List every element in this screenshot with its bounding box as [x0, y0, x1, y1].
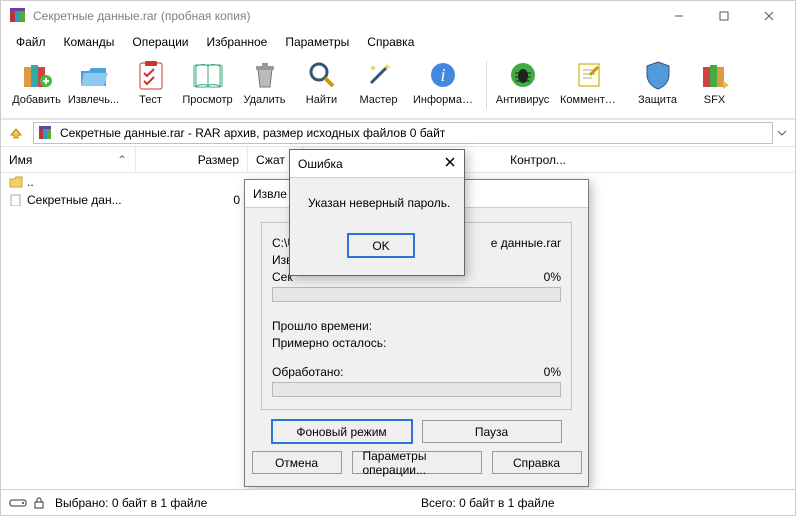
status-selected: Выбрано: 0 байт в 1 файле: [55, 496, 421, 510]
checklist-icon: [135, 59, 167, 91]
tool-find[interactable]: Найти: [294, 57, 349, 108]
help-button[interactable]: Справка: [492, 451, 582, 474]
tool-test-label: Тест: [139, 94, 162, 106]
remaining-label: Примерно осталось:: [272, 336, 386, 350]
up-button[interactable]: [5, 123, 27, 143]
close-button[interactable]: [746, 2, 791, 30]
tool-extract-label: Извлечь...: [68, 94, 119, 106]
tool-wizard-label: Мастер: [359, 94, 397, 106]
menu-file[interactable]: Файл: [7, 33, 55, 51]
tool-info-label: Информация: [413, 94, 473, 106]
statusbar: Выбрано: 0 байт в 1 файле Всего: 0 байт …: [1, 489, 795, 515]
titlebar: Секретные данные.rar (пробная копия): [1, 1, 795, 31]
drive-icon: [9, 497, 27, 509]
tool-delete-label: Удалить: [244, 94, 286, 106]
pause-button[interactable]: Пауза: [422, 420, 562, 443]
menu-help[interactable]: Справка: [358, 33, 423, 51]
mode-button[interactable]: Параметры операции...: [352, 451, 482, 474]
error-dialog-titlebar[interactable]: Ошибка: [290, 150, 464, 178]
tool-find-label: Найти: [306, 94, 337, 106]
tool-add[interactable]: Добавить: [9, 57, 64, 108]
tool-test[interactable]: Тест: [123, 57, 178, 108]
tool-info[interactable]: i Информация: [408, 57, 478, 108]
error-dialog-title: Ошибка: [298, 157, 444, 171]
status-total: Всего: 0 байт в 1 файле: [421, 496, 787, 510]
up-arrow-icon: [9, 126, 23, 140]
window-controls: [656, 2, 791, 30]
toolbar-separator: [486, 61, 487, 109]
column-name[interactable]: Имя⌃: [1, 147, 136, 172]
chevron-down-icon: [777, 130, 787, 136]
tool-comment-label: Комментарий: [560, 94, 620, 106]
error-dialog: Ошибка Указан неверный пароль. OK: [289, 149, 465, 276]
error-message: Указан неверный пароль.: [308, 196, 454, 210]
books-icon: [21, 59, 53, 91]
total-progress-bar: [272, 382, 561, 397]
app-icon: [9, 7, 27, 25]
file-progress-bar: [272, 287, 561, 302]
folder-open-icon: [78, 59, 110, 91]
column-size[interactable]: Размер: [136, 147, 248, 172]
menu-favorites[interactable]: Избранное: [198, 33, 277, 51]
file-icon: [9, 194, 23, 206]
tool-sfx[interactable]: SFX: [687, 57, 742, 108]
sfx-icon: [699, 59, 731, 91]
processed-label: Обработано:: [272, 365, 344, 379]
elapsed-label: Прошло времени:: [272, 319, 372, 333]
tool-wizard[interactable]: Мастер: [351, 57, 406, 108]
maximize-button[interactable]: [701, 2, 746, 30]
addressbar: Секретные данные.rar - RAR архив, размер…: [1, 119, 795, 147]
bug-icon: [507, 59, 539, 91]
background-button[interactable]: Фоновый режим: [272, 420, 412, 443]
menubar: Файл Команды Операции Избранное Параметр…: [1, 31, 795, 53]
menu-operations[interactable]: Операции: [123, 33, 197, 51]
error-close-button[interactable]: [444, 156, 456, 171]
note-icon: [574, 59, 606, 91]
error-ok-button[interactable]: OK: [348, 234, 414, 257]
info-icon: i: [427, 59, 459, 91]
search-icon: [306, 59, 338, 91]
shield-icon: [642, 59, 674, 91]
archive-icon: [38, 125, 54, 141]
tool-add-label: Добавить: [12, 94, 61, 106]
wand-icon: [363, 59, 395, 91]
tool-protect-label: Защита: [638, 94, 677, 106]
address-dropdown[interactable]: [773, 130, 791, 136]
tool-extract[interactable]: Извлечь...: [66, 57, 121, 108]
window-title: Секретные данные.rar (пробная копия): [33, 9, 656, 23]
menu-commands[interactable]: Команды: [55, 33, 124, 51]
tool-antivirus-label: Антивирус: [496, 94, 549, 106]
close-icon: [444, 156, 456, 168]
tool-comment[interactable]: Комментарий: [552, 57, 628, 108]
tool-protect[interactable]: Защита: [630, 57, 685, 108]
tool-antivirus[interactable]: Антивирус: [495, 57, 550, 108]
address-text: Секретные данные.rar - RAR архив, размер…: [60, 126, 445, 140]
address-field[interactable]: Секретные данные.rar - RAR архив, размер…: [33, 122, 773, 144]
folder-icon: [9, 176, 23, 188]
tool-sfx-label: SFX: [704, 94, 725, 106]
tool-view[interactable]: Просмотр: [180, 57, 235, 108]
book-open-icon: [192, 59, 224, 91]
trash-icon: [249, 59, 281, 91]
tool-view-label: Просмотр: [182, 94, 232, 106]
cancel-button[interactable]: Отмена: [252, 451, 342, 474]
tool-delete[interactable]: Удалить: [237, 57, 292, 108]
minimize-button[interactable]: [656, 2, 701, 30]
status-icons: [9, 497, 45, 509]
lock-icon: [33, 497, 45, 509]
svg-text:i: i: [440, 65, 445, 85]
menu-options[interactable]: Параметры: [276, 33, 358, 51]
toolbar: Добавить Извлечь... Тест Просмотр Удалит…: [1, 53, 795, 119]
